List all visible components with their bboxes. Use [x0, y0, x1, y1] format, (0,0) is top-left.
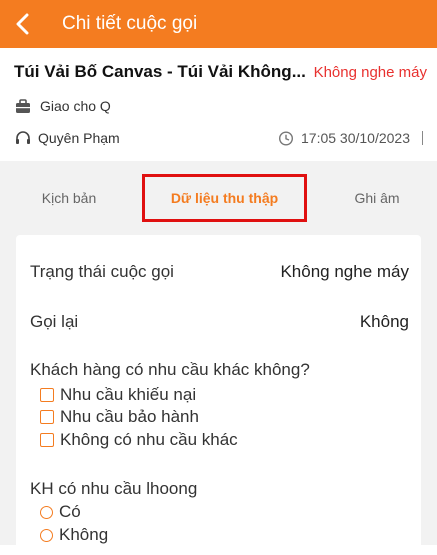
call-info-panel: Túi Vải Bố Canvas - Túi Vải Không... Khô… — [0, 48, 437, 161]
page-title: Chi tiết cuộc gọi — [62, 13, 198, 34]
radio-option[interactable]: Không — [40, 525, 108, 545]
assignee-text: Giao cho Q — [40, 98, 111, 114]
tab-bar: Kịch bản Dữ liệu thu thập Ghi âm — [0, 174, 437, 222]
call-time: 17:05 30/10/2023 — [301, 130, 410, 146]
checkbox-option[interactable]: Không có nhu cầu khác — [40, 430, 238, 450]
collected-data-card: Trạng thái cuộc gọi Không nghe máy Gọi l… — [16, 235, 421, 555]
field-call-state: Trạng thái cuộc gọi Không nghe máy — [30, 262, 409, 282]
tab-recording[interactable]: Ghi âm — [322, 176, 432, 220]
radio-button[interactable] — [40, 528, 53, 542]
tab-script[interactable]: Kịch bản — [14, 176, 124, 220]
field-callback: Gọi lại Không — [30, 312, 409, 332]
back-button[interactable] — [0, 0, 46, 48]
question-title: KH có nhu cầu lhoong — [30, 479, 198, 498]
call-status-badge: Không nghe máy — [313, 63, 427, 81]
option-label: Nhu cầu bảo hành — [60, 407, 199, 426]
product-name: Túi Vải Bố Canvas - Túi Vải Không... — [14, 62, 306, 81]
radio-option[interactable]: Có — [40, 502, 81, 522]
briefcase-icon — [14, 98, 32, 114]
field-value: Không — [359, 312, 409, 331]
checkbox[interactable] — [40, 388, 54, 402]
option-label: Không có nhu cầu khác — [60, 430, 238, 449]
checkbox[interactable] — [40, 410, 54, 424]
checkbox[interactable] — [40, 433, 54, 447]
clock-icon — [277, 130, 295, 146]
checkbox-option[interactable]: Nhu cầu khiếu nại — [40, 385, 196, 405]
field-value: Không nghe máy — [280, 262, 409, 281]
option-label: Không — [59, 525, 109, 544]
chevron-left-icon — [16, 13, 29, 35]
tab-collected-data[interactable]: Dữ liệu thu thập — [142, 174, 307, 222]
headset-icon — [14, 130, 32, 146]
app-header: Chi tiết cuộc gọi — [0, 0, 437, 48]
option-label: Nhu cầu khiếu nại — [60, 385, 197, 404]
field-label: Gọi lại — [30, 312, 79, 331]
checkbox-option[interactable]: Nhu cầu bảo hành — [40, 407, 199, 427]
agent-name: Quyên Phạm — [38, 130, 120, 146]
option-label: Có — [59, 502, 81, 521]
question-title: Khách hàng có nhu cầu khác không? — [30, 360, 310, 379]
divider — [422, 131, 423, 145]
field-label: Trạng thái cuộc gọi — [30, 262, 174, 281]
radio-button[interactable] — [40, 505, 53, 519]
